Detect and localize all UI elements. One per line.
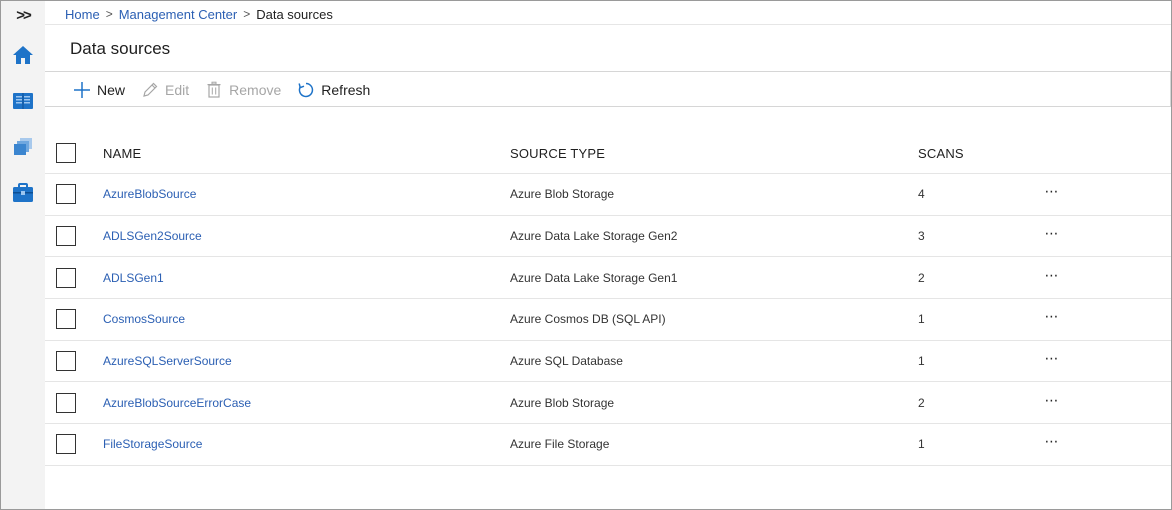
source-type: Azure Blob Storage — [510, 395, 615, 410]
more-options-icon[interactable]: ⋯ — [1040, 299, 1064, 340]
source-name-link[interactable]: FileStorageSource — [103, 424, 202, 465]
column-header-name[interactable]: NAME — [103, 133, 141, 173]
table-row[interactable]: FileStorageSource Azure File Storage 1 ⋯ — [45, 424, 1171, 466]
row-checkbox[interactable] — [56, 267, 76, 288]
breadcrumb: Home > Management Center > Data sources — [65, 5, 333, 23]
scan-count: 1 — [918, 354, 925, 369]
expand-rail-button[interactable]: >> — [1, 1, 45, 29]
source-name-link[interactable]: AzureSQLServerSource — [103, 341, 232, 382]
refresh-button-label: Refresh — [321, 82, 371, 98]
pencil-icon — [143, 82, 158, 97]
new-button-label: New — [97, 82, 126, 98]
management-icon[interactable] — [7, 177, 39, 209]
table-row[interactable]: AzureBlobSourceErrorCase Azure Blob Stor… — [45, 382, 1171, 425]
sources-icon[interactable] — [7, 131, 39, 163]
divider — [1170, 71, 1171, 107]
row-checkbox[interactable] — [56, 392, 76, 413]
more-options-icon[interactable]: ⋯ — [1040, 257, 1064, 298]
source-name-link[interactable]: ADLSGen1 — [103, 257, 164, 298]
row-checkbox[interactable] — [56, 226, 76, 247]
table-row[interactable]: ADLSGen2Source Azure Data Lake Storage G… — [45, 216, 1171, 258]
plus-icon — [74, 82, 90, 98]
source-name-link[interactable]: CosmosSource — [103, 299, 185, 340]
new-button[interactable]: New — [73, 81, 125, 99]
edit-button-label: Edit — [165, 82, 190, 98]
catalog-icon[interactable] — [7, 85, 39, 117]
page-title: Data sources — [70, 39, 171, 58]
data-sources-table: NAME SOURCE TYPE SCANS AzureBlobSource A… — [45, 133, 1171, 466]
row-checkbox[interactable] — [56, 309, 76, 330]
breadcrumb-current: Data sources — [256, 6, 333, 22]
edit-button[interactable]: Edit — [141, 81, 189, 99]
more-options-icon[interactable]: ⋯ — [1040, 216, 1064, 257]
scan-count: 4 — [918, 187, 925, 202]
breadcrumb-home-link[interactable]: Home — [65, 7, 100, 22]
table-row[interactable]: AzureBlobSource Azure Blob Storage 4 ⋯ — [45, 174, 1171, 216]
more-options-icon[interactable]: ⋯ — [1040, 382, 1064, 423]
left-rail: >> — [1, 1, 45, 509]
source-type: Azure File Storage — [510, 437, 610, 452]
column-header-scans[interactable]: SCANS — [918, 133, 964, 173]
table-row[interactable]: AzureSQLServerSource Azure SQL Database … — [45, 341, 1171, 383]
table-row[interactable]: CosmosSource Azure Cosmos DB (SQL API) 1… — [45, 299, 1171, 341]
source-type: Azure Data Lake Storage Gen2 — [510, 229, 678, 244]
home-icon[interactable] — [7, 39, 39, 71]
row-checkbox[interactable] — [56, 434, 76, 455]
divider — [45, 71, 1171, 72]
remove-button-label: Remove — [229, 82, 282, 98]
main-content: Home > Management Center > Data sources … — [45, 1, 1171, 509]
more-options-icon[interactable]: ⋯ — [1040, 174, 1064, 215]
source-type: Azure Blob Storage — [510, 187, 615, 202]
table-row[interactable]: ADLSGen1 Azure Data Lake Storage Gen1 2 … — [45, 257, 1171, 300]
refresh-button[interactable]: Refresh — [297, 81, 370, 99]
divider — [45, 24, 1171, 25]
more-options-icon[interactable]: ⋯ — [1040, 341, 1064, 382]
source-name-link[interactable]: ADLSGen2Source — [103, 216, 202, 257]
table-header-row: NAME SOURCE TYPE SCANS — [45, 133, 1171, 174]
toolbar: New Edit Remove Refresh — [73, 77, 386, 103]
scan-count: 2 — [918, 395, 925, 410]
scan-count: 3 — [918, 229, 925, 244]
source-name-link[interactable]: AzureBlobSource — [103, 174, 196, 215]
breadcrumb-separator: > — [105, 7, 113, 21]
app-window: >> Home > Management Center > Data sourc… — [0, 0, 1172, 510]
row-checkbox[interactable] — [56, 351, 76, 372]
source-name-link[interactable]: AzureBlobSourceErrorCase — [103, 382, 251, 423]
trash-icon — [207, 81, 221, 98]
refresh-icon — [298, 82, 314, 98]
breadcrumb-management-link[interactable]: Management Center — [119, 7, 238, 22]
breadcrumb-separator: > — [243, 7, 251, 21]
column-header-source-type[interactable]: SOURCE TYPE — [510, 133, 605, 173]
source-type: Azure Data Lake Storage Gen1 — [510, 270, 678, 285]
scan-count: 1 — [918, 437, 925, 452]
source-type: Azure Cosmos DB (SQL API) — [510, 312, 666, 327]
source-type: Azure SQL Database — [510, 354, 623, 369]
divider — [45, 106, 1171, 107]
row-checkbox[interactable] — [56, 184, 76, 205]
scan-count: 2 — [918, 270, 925, 285]
more-options-icon[interactable]: ⋯ — [1040, 424, 1064, 465]
remove-button[interactable]: Remove — [205, 81, 281, 99]
scan-count: 1 — [918, 312, 925, 327]
select-all-checkbox[interactable] — [56, 143, 76, 163]
